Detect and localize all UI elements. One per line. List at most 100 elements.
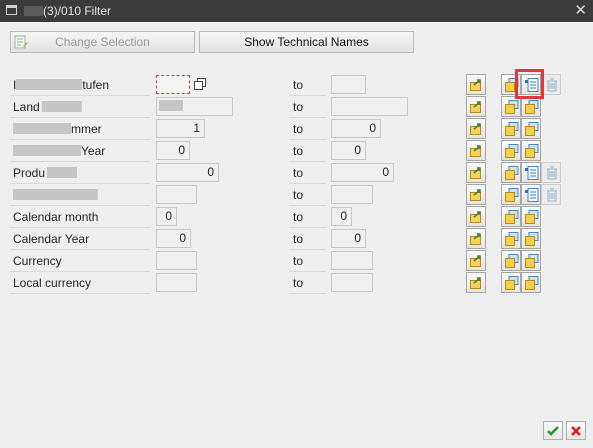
to-label: to xyxy=(293,166,304,180)
masked-text xyxy=(13,145,81,156)
field-label: Calendar month xyxy=(13,210,98,224)
delete-button[interactable] xyxy=(541,74,561,95)
multiple-selection-button[interactable] xyxy=(466,228,486,249)
show-technical-names-label: Show Technical Names xyxy=(244,35,369,49)
to-value-input[interactable] xyxy=(331,185,373,204)
multiple-selection-button[interactable] xyxy=(466,140,486,161)
multiple-selection-button[interactable] xyxy=(466,206,486,227)
field-label-start: Calendar month xyxy=(13,210,99,224)
to-value-input[interactable]: 0 xyxy=(331,229,366,248)
to-value-input[interactable]: 0 xyxy=(331,119,381,138)
select-single-values-button[interactable] xyxy=(501,272,521,293)
from-value-input[interactable] xyxy=(156,251,197,270)
multiple-selection-button[interactable] xyxy=(466,96,486,117)
hierarchy-button[interactable] xyxy=(521,74,541,95)
field-label: Land xyxy=(13,100,82,114)
select-single-values-button[interactable] xyxy=(501,228,521,249)
hierarchy-button[interactable] xyxy=(521,184,541,205)
confirm-button[interactable] xyxy=(543,421,563,440)
selection-row: Year 0 to 0 xyxy=(0,140,593,162)
title-bar: (3)/010 Filter ✕ xyxy=(0,0,593,22)
from-value-input[interactable] xyxy=(156,185,197,204)
field-label-end: tufen xyxy=(82,78,110,92)
field-label: Calendar Year xyxy=(13,232,89,246)
multiple-selection-button[interactable] xyxy=(466,272,486,293)
select-values-button[interactable] xyxy=(521,250,541,271)
to-label: to xyxy=(293,122,304,136)
masked-value xyxy=(159,100,183,111)
multiple-selection-button[interactable] xyxy=(466,118,486,139)
field-label: mmer xyxy=(13,122,102,136)
selection-row: Local currency to xyxy=(0,272,593,294)
multiple-selection-button[interactable] xyxy=(466,184,486,205)
selection-row: mmer 1 to 0 xyxy=(0,118,593,140)
to-value-input[interactable] xyxy=(331,97,408,116)
from-value-input[interactable] xyxy=(156,273,197,292)
select-single-values-button[interactable] xyxy=(501,74,521,95)
hierarchy-button[interactable] xyxy=(521,162,541,183)
show-technical-names-button[interactable]: Show Technical Names xyxy=(199,31,414,53)
multiple-selection-button[interactable] xyxy=(466,162,486,183)
field-label-start: Currency xyxy=(13,254,62,268)
select-values-button[interactable] xyxy=(521,206,541,227)
field-label xyxy=(13,188,98,202)
select-single-values-button[interactable] xyxy=(501,162,521,183)
masked-text xyxy=(13,189,98,200)
from-value-input[interactable]: 0 xyxy=(156,207,177,226)
masked-text xyxy=(16,79,83,90)
field-label: Itufen xyxy=(13,78,109,92)
close-icon[interactable]: ✕ xyxy=(574,1,587,19)
change-selection-icon xyxy=(14,35,28,49)
to-value-input[interactable]: 0 xyxy=(331,141,366,160)
select-values-button[interactable] xyxy=(521,272,541,293)
to-label: to xyxy=(293,232,304,246)
change-selection-button[interactable]: Change Selection xyxy=(10,31,195,53)
select-single-values-button[interactable] xyxy=(501,140,521,161)
from-value-input[interactable]: 1 xyxy=(156,119,205,138)
window-title: (3)/010 Filter xyxy=(43,4,112,18)
delete-button[interactable] xyxy=(541,162,561,183)
masked-text xyxy=(41,101,82,112)
select-single-values-button[interactable] xyxy=(501,96,521,117)
masked-text xyxy=(13,123,71,134)
field-label: Local currency xyxy=(13,276,91,290)
to-label: to xyxy=(293,100,304,114)
multiple-selection-icon[interactable] xyxy=(194,78,206,90)
to-label: to xyxy=(293,276,304,290)
selection-row: Produ 0 to 0 xyxy=(0,162,593,184)
to-label: to xyxy=(293,254,304,268)
to-value-input[interactable] xyxy=(331,273,373,292)
multiple-selection-button[interactable] xyxy=(466,74,486,95)
select-single-values-button[interactable] xyxy=(501,206,521,227)
field-label: Year xyxy=(13,144,105,158)
change-selection-label: Change Selection xyxy=(55,35,150,49)
to-value-input[interactable]: 0 xyxy=(331,163,394,182)
to-value-input[interactable]: 0 xyxy=(331,207,352,226)
from-value-input[interactable] xyxy=(156,75,190,94)
field-label-start: Calendar Year xyxy=(13,232,90,246)
to-label: to xyxy=(293,78,304,92)
selection-row: Currency to xyxy=(0,250,593,272)
red-x-icon xyxy=(571,426,581,436)
field-label-start: Land xyxy=(13,100,40,114)
select-values-button[interactable] xyxy=(521,228,541,249)
select-values-button[interactable] xyxy=(521,140,541,161)
to-value-input[interactable] xyxy=(331,251,373,270)
select-values-button[interactable] xyxy=(521,96,541,117)
from-value-input[interactable]: 0 xyxy=(156,141,190,160)
cancel-button[interactable] xyxy=(566,421,586,440)
to-label: to xyxy=(293,144,304,158)
multiple-selection-button[interactable] xyxy=(466,250,486,271)
from-value-input[interactable]: 0 xyxy=(156,229,191,248)
to-value-input[interactable] xyxy=(331,75,366,94)
window-menu-icon[interactable] xyxy=(6,5,17,15)
select-single-values-button[interactable] xyxy=(501,250,521,271)
masked-title-part xyxy=(24,6,43,16)
select-values-button[interactable] xyxy=(521,118,541,139)
select-single-values-button[interactable] xyxy=(501,184,521,205)
selection-row: to xyxy=(0,184,593,206)
delete-button[interactable] xyxy=(541,184,561,205)
select-single-values-button[interactable] xyxy=(501,118,521,139)
from-value-input[interactable]: 0 xyxy=(156,163,219,182)
to-label: to xyxy=(293,210,304,224)
